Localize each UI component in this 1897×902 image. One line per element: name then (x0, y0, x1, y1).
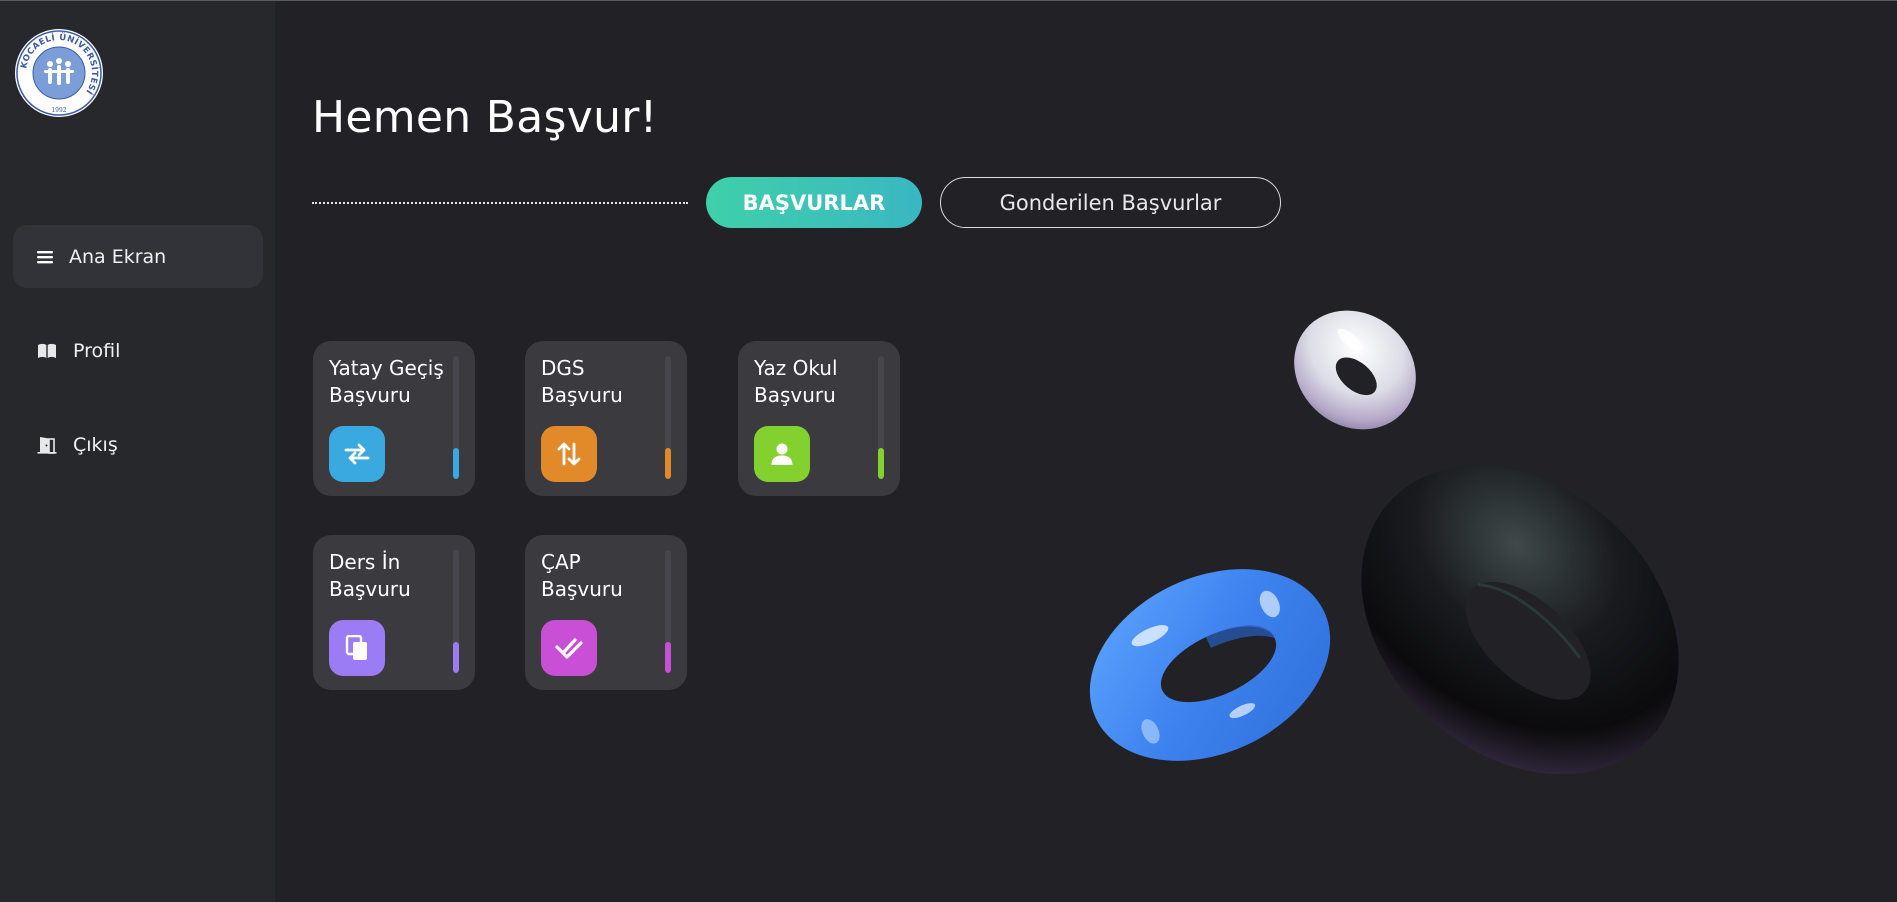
book-icon (37, 341, 57, 361)
sidebar-item-label: Ana Ekran (69, 245, 167, 268)
card-level-fill (665, 642, 671, 673)
card-level-track (453, 356, 459, 479)
exit-door-icon (37, 435, 57, 455)
card-title: ÇAP Başvuru (541, 550, 623, 601)
double-check-icon (541, 620, 597, 676)
card-level-fill (665, 448, 671, 479)
blue-torus-shape (1089, 569, 1331, 761)
sidebar-item-label: Profil (73, 339, 121, 362)
card-title: DGS Başvuru (541, 356, 623, 407)
tab-gonderilen-basvurlar[interactable]: Gonderilen Başvurlar (940, 177, 1281, 228)
tab-basvurlar[interactable]: BAŞVURLAR (706, 177, 922, 228)
card-dgs[interactable]: DGS Başvuru (525, 341, 687, 496)
card-level-track (665, 356, 671, 479)
sidebar: KOCAELİ ÜNİVERSİTESİ 1992 Ana Ekran Prof… (0, 1, 275, 902)
swap-arrows-icon (329, 426, 385, 482)
card-level-track (878, 356, 884, 479)
page-title: Hemen Başvur! (312, 92, 658, 143)
menu-icon (35, 247, 55, 267)
university-logo[interactable]: KOCAELİ ÜNİVERSİTESİ 1992 (14, 28, 104, 118)
card-level-fill (453, 448, 459, 479)
card-ders-in[interactable]: Ders İn Başvuru (313, 535, 475, 690)
dark-torus-shape (1361, 465, 1679, 775)
top-border (0, 0, 1897, 1)
card-yatay-gecis[interactable]: Yatay Geçiş Başvuru (313, 341, 475, 496)
sidebar-item-cikis[interactable]: Çıkış (13, 413, 263, 476)
sort-arrows-icon (541, 426, 597, 482)
card-title: Ders İn Başvuru (329, 550, 411, 601)
card-level-fill (453, 642, 459, 673)
dotted-divider (312, 202, 688, 204)
user-icon (754, 426, 810, 482)
decorative-torus-illustration (1089, 310, 1679, 775)
card-cap[interactable]: ÇAP Başvuru (525, 535, 687, 690)
card-title: Yatay Geçiş Başvuru (329, 356, 444, 407)
card-level-track (665, 550, 671, 673)
card-yaz-okul[interactable]: Yaz Okul Başvuru (738, 341, 900, 496)
sidebar-item-label: Çıkış (73, 433, 118, 456)
svg-text:1992: 1992 (51, 107, 66, 114)
card-title: Yaz Okul Başvuru (754, 356, 838, 407)
sidebar-item-profil[interactable]: Profil (13, 319, 263, 382)
card-level-track (453, 550, 459, 673)
white-torus-shape (1294, 310, 1416, 430)
sidebar-item-ana-ekran[interactable]: Ana Ekran (13, 225, 263, 288)
card-level-fill (878, 448, 884, 479)
copy-icon (329, 620, 385, 676)
